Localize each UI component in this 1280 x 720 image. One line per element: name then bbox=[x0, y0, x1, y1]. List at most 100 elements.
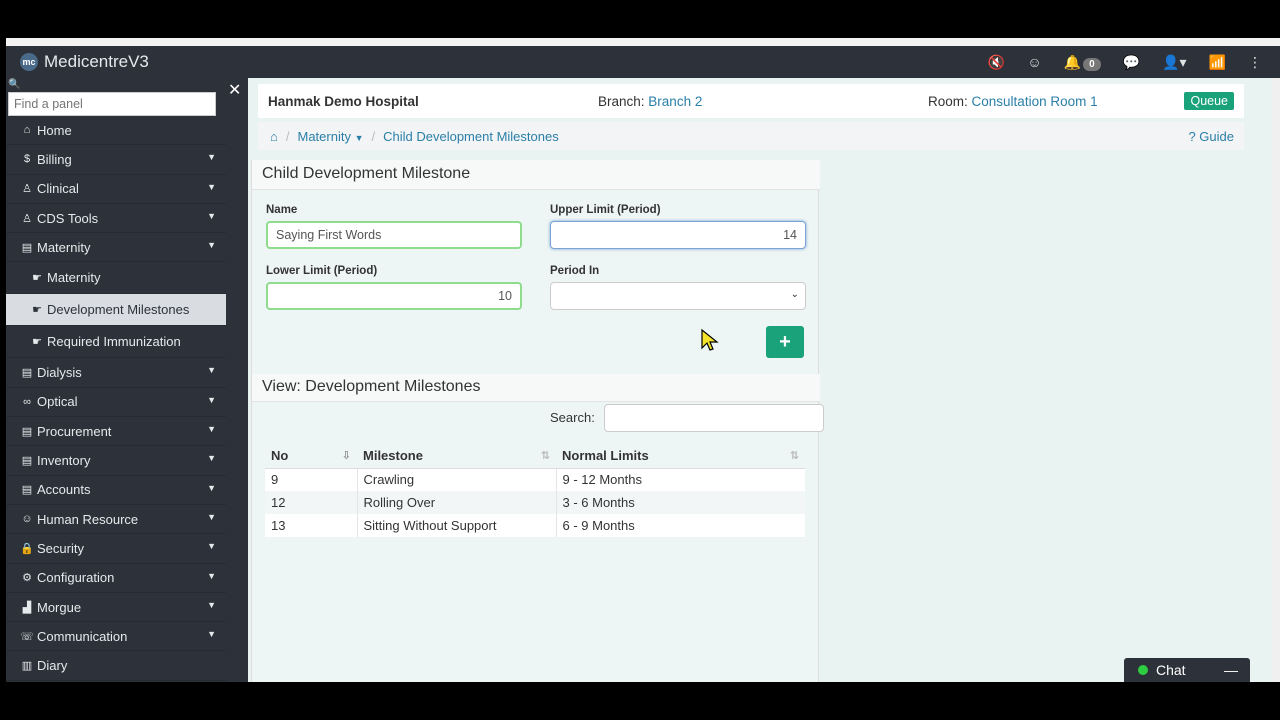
breadcrumb-separator: / bbox=[285, 128, 290, 144]
sidebar-item-accounts[interactable]: ▤ Accounts ▼ bbox=[6, 476, 226, 505]
column-header-no[interactable]: No ⇩ bbox=[265, 443, 357, 469]
sidebar-item-optical[interactable]: ∞ Optical ▼ bbox=[6, 388, 226, 418]
breadcrumb-separator: / bbox=[371, 128, 376, 144]
table-row[interactable]: 13 Sitting Without Support 6 - 9 Months bbox=[265, 514, 805, 537]
chevron-down-icon: ▼ bbox=[207, 424, 216, 435]
period-in-select[interactable]: ⌄ bbox=[550, 282, 806, 310]
column-header-normal-limits[interactable]: Normal Limits ⇅ bbox=[556, 443, 805, 469]
column-header-label: Milestone bbox=[363, 447, 423, 463]
sidebar-item-label: Procurement bbox=[37, 423, 112, 439]
guide-link[interactable]: ? Guide bbox=[1188, 129, 1234, 144]
chat-label: Chat bbox=[1156, 662, 1186, 678]
user-menu-icon[interactable]: 👤▾ bbox=[1162, 54, 1186, 71]
branch-value[interactable]: Branch 2 bbox=[648, 94, 702, 109]
top-icons: 🔇 ☺ 🔔 0 💬 👤▾ 📶 ⋮ bbox=[988, 46, 1262, 78]
sidebar-item-inventory[interactable]: ▤ Inventory ▼ bbox=[6, 446, 226, 476]
sidebar-item-human-resource[interactable]: ☺ Human Resource ▼ bbox=[6, 505, 226, 535]
bed-icon: ▟ bbox=[22, 601, 32, 614]
mouse-cursor-icon bbox=[701, 328, 719, 351]
lower-limit-field[interactable]: 10 bbox=[266, 282, 522, 310]
sidebar-item-configuration[interactable]: ⚙ Configuration ▼ bbox=[6, 564, 226, 593]
sidebar-gutter bbox=[226, 78, 248, 682]
brand-logo-icon: mc bbox=[20, 53, 38, 71]
close-icon[interactable]: ✕ bbox=[228, 80, 241, 100]
sort-icon: ⇅ bbox=[789, 450, 799, 462]
hand-pointer-icon: ☛ bbox=[32, 272, 42, 285]
minimize-icon[interactable]: — bbox=[1224, 662, 1238, 678]
home-icon[interactable]: ⌂ bbox=[270, 129, 278, 144]
hand-pointer-icon: ☛ bbox=[32, 336, 42, 349]
mute-icon[interactable]: 🔇 bbox=[988, 54, 1005, 71]
breadcrumb-maternity-label: Maternity bbox=[297, 128, 351, 144]
chevron-down-icon: ▼ bbox=[207, 599, 216, 610]
cell-limits: 6 - 9 Months bbox=[555, 514, 805, 537]
sidebar-item-procurement[interactable]: ▤ Procurement ▼ bbox=[6, 417, 226, 447]
sidebar-item-clinical[interactable]: ♙ Clinical ▼ bbox=[6, 175, 226, 204]
sidebar-item-label: Morgue bbox=[37, 599, 82, 615]
sidebar-item-label: Maternity bbox=[37, 239, 91, 255]
search-icon: 🔍 bbox=[8, 79, 21, 90]
notifications-button[interactable]: 🔔 0 bbox=[1064, 54, 1101, 71]
name-field[interactable]: Saying First Words bbox=[266, 221, 522, 249]
room-value[interactable]: Consultation Room 1 bbox=[972, 94, 1098, 109]
cell-limits: 3 - 6 Months bbox=[555, 491, 805, 514]
page-scrollbar[interactable] bbox=[1272, 78, 1280, 682]
sidebar-item-billing[interactable]: $ Billing ▼ bbox=[6, 145, 226, 175]
clipboard-icon: ▤ bbox=[21, 241, 33, 254]
queue-button[interactable]: Queue bbox=[1184, 92, 1234, 110]
view-title: View: Development Milestones bbox=[252, 374, 820, 402]
book-icon: ▤ bbox=[21, 484, 33, 497]
sidebar-subitem-maternity[interactable]: ☛ Maternity bbox=[6, 262, 226, 295]
sidebar-item-dialysis[interactable]: ▤ Dialysis ▼ bbox=[6, 358, 226, 388]
sidebar-item-communication[interactable]: ☏ Communication ▼ bbox=[6, 622, 226, 652]
lower-limit-label: Lower Limit (Period) bbox=[266, 265, 378, 277]
chat-widget[interactable]: Chat — bbox=[1124, 658, 1250, 682]
sidebar-item-label: CDS Tools bbox=[37, 210, 99, 226]
more-menu-icon[interactable]: ⋮ bbox=[1248, 54, 1262, 71]
sidebar: 🔍 ⌂ Home $ Billing ▼ ♙ Clinical ▼ ♙ CDS Tools ▼… bbox=[6, 78, 226, 682]
sidebar-item-home[interactable]: ⌂ Home bbox=[6, 116, 226, 146]
table-row[interactable]: 9 Crawling 9 - 12 Months bbox=[265, 468, 805, 491]
glasses-icon: ∞ bbox=[23, 395, 31, 408]
sidebar-item-maternity[interactable]: ▤ Maternity ▼ bbox=[6, 233, 226, 263]
book-open-icon: ▥ bbox=[21, 660, 33, 673]
milestones-table: No ⇩ Milestone ⇅ Normal Limits ⇅ 9 Crawling… bbox=[265, 443, 805, 537]
breadcrumb-current: Child Development Milestones bbox=[383, 128, 559, 144]
sidebar-item-label: Home bbox=[37, 122, 72, 138]
cell-milestone: Sitting Without Support bbox=[356, 514, 556, 537]
table-search-input[interactable] bbox=[604, 404, 824, 432]
sidebar-item-security[interactable]: 🔒 Security ▼ bbox=[6, 534, 226, 564]
sidebar-item-diary[interactable]: ▥ Diary bbox=[6, 651, 226, 681]
sidebar-item-morgue[interactable]: ▟ Morgue ▼ bbox=[6, 593, 226, 623]
breadcrumb-maternity[interactable]: Maternity ▼ bbox=[297, 129, 363, 144]
wifi-icon: 📶 bbox=[1208, 53, 1226, 70]
browser-strip bbox=[6, 38, 1280, 46]
branch-label: Branch: bbox=[598, 93, 645, 109]
clipboard-icon: ▤ bbox=[21, 425, 33, 438]
milestone-panel: Child Development Milestone Name Saying … bbox=[251, 160, 824, 682]
sidebar-item-label: Dialysis bbox=[37, 365, 82, 381]
room-info: Room: Consultation Room 1 bbox=[928, 94, 1098, 109]
sidebar-item-label: Billing bbox=[37, 151, 72, 167]
sidebar-item-cds-tools[interactable]: ♙ CDS Tools ▼ bbox=[6, 204, 226, 234]
add-milestone-button[interactable]: + bbox=[766, 326, 804, 358]
sidebar-subitem-development-milestones[interactable]: ☛ Development Milestones bbox=[6, 294, 226, 327]
brand[interactable]: mc MedicentreV3 bbox=[20, 50, 149, 74]
chat-bubbles-icon[interactable]: 💬 bbox=[1123, 54, 1140, 71]
home-icon: ⌂ bbox=[23, 124, 31, 137]
upper-limit-field[interactable]: 14 bbox=[550, 221, 806, 249]
user-md-icon: ♙ bbox=[22, 212, 32, 225]
sidebar-subitem-required-immunization[interactable]: ☛ Required Immunization bbox=[6, 326, 226, 359]
user-status-icon[interactable]: ☺ bbox=[1027, 54, 1041, 70]
caret-down-icon: ▼ bbox=[354, 132, 364, 143]
chevron-down-icon: ▼ bbox=[207, 240, 216, 251]
find-panel-input[interactable] bbox=[8, 92, 216, 116]
column-header-milestone[interactable]: Milestone ⇅ bbox=[357, 443, 556, 469]
sidebar-item-label: Diary bbox=[37, 658, 68, 674]
gear-icon: ⚙ bbox=[22, 572, 32, 585]
table-search-label: Search: bbox=[550, 410, 595, 425]
user-md-icon: ♙ bbox=[22, 183, 32, 196]
column-header-label: No bbox=[271, 447, 289, 463]
table-row[interactable]: 12 Rolling Over 3 - 6 Months bbox=[265, 491, 805, 514]
cell-milestone: Rolling Over bbox=[356, 491, 556, 514]
